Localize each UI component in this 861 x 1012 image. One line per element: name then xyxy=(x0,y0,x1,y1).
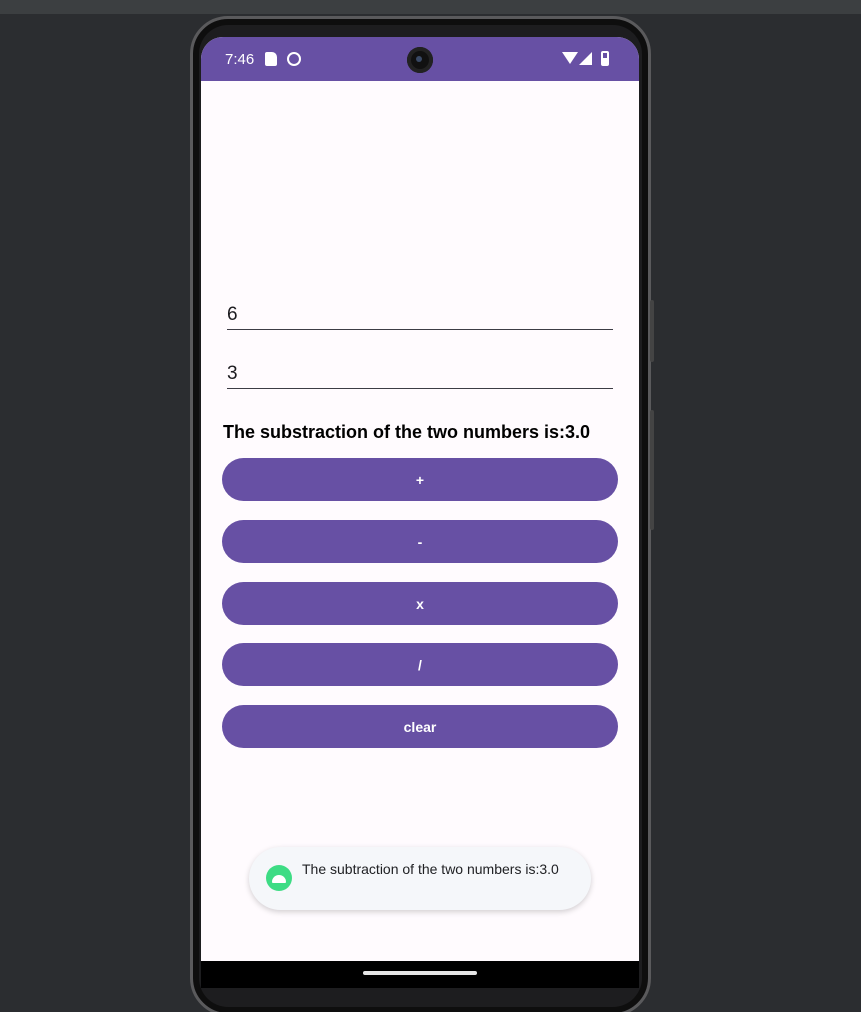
signal-icon xyxy=(579,52,592,65)
add-button[interactable]: + xyxy=(222,458,618,501)
app-screen: 7:46 The substraction of the two numbers… xyxy=(201,37,639,985)
toast-text: The subtraction of the two numbers is:3.… xyxy=(302,861,559,877)
power-button[interactable] xyxy=(650,300,654,362)
status-bar: 7:46 xyxy=(201,37,639,81)
toast-message: The subtraction of the two numbers is:3.… xyxy=(249,847,591,910)
navigation-bar xyxy=(201,961,639,988)
android-icon xyxy=(266,865,292,891)
status-time: 7:46 xyxy=(225,51,255,68)
clear-button[interactable]: clear xyxy=(222,705,618,748)
camera-cutout xyxy=(407,47,433,73)
sd-card-icon xyxy=(265,52,277,66)
wifi-icon xyxy=(562,52,578,64)
divide-button[interactable]: / xyxy=(222,643,618,686)
volume-button[interactable] xyxy=(650,410,654,530)
first-number-input[interactable] xyxy=(227,300,613,329)
second-number-field xyxy=(227,359,613,389)
result-text: The substraction of the two numbers is:3… xyxy=(223,422,591,442)
sync-icon xyxy=(287,52,301,66)
multiply-button[interactable]: x xyxy=(222,582,618,625)
first-number-field xyxy=(227,300,613,330)
subtract-button[interactable]: - xyxy=(222,520,618,563)
battery-icon xyxy=(601,51,609,66)
second-number-input[interactable] xyxy=(227,359,613,388)
home-gesture-handle[interactable] xyxy=(363,971,477,975)
emulator-top-strip xyxy=(0,0,861,14)
